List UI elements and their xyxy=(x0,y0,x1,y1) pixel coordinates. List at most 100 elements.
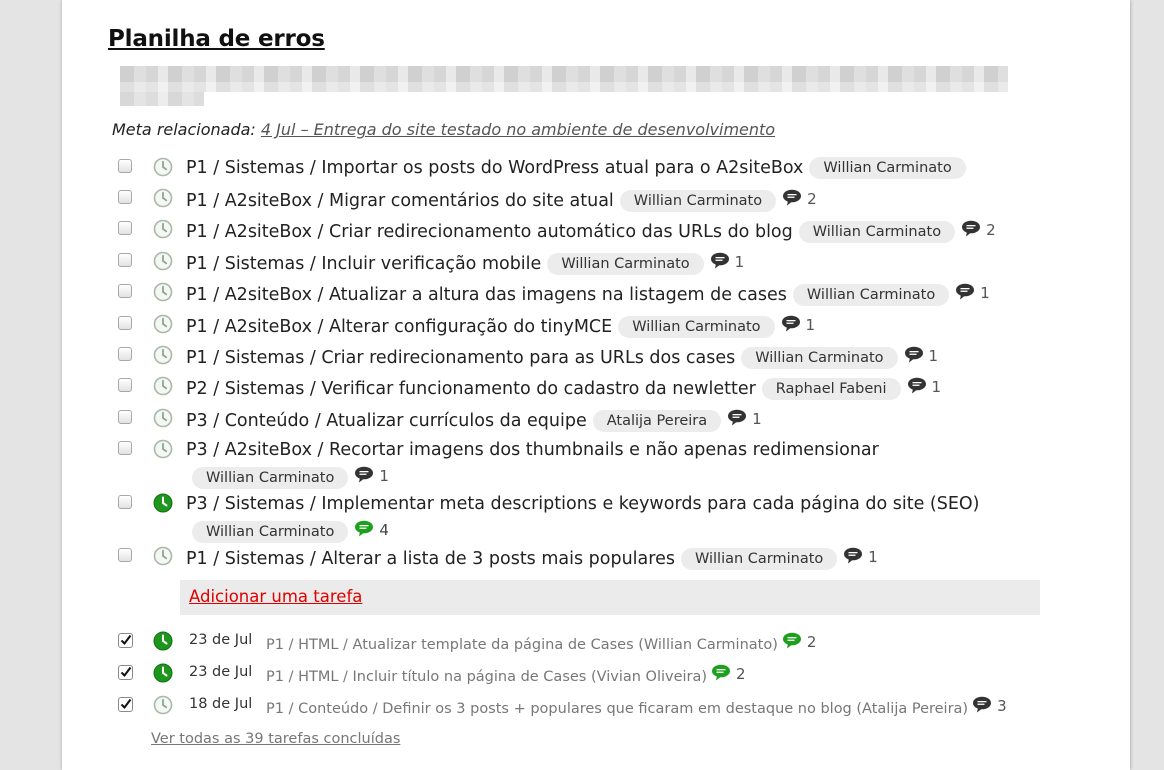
comments-indicator[interactable]: 2 xyxy=(782,186,817,212)
comments-indicator[interactable]: 2 xyxy=(711,664,746,683)
task-title[interactable]: P1 / Sistemas / Importar os posts do Wor… xyxy=(186,158,803,178)
task-content: P3 / A2siteBox / Recortar imagens dos th… xyxy=(186,437,1036,491)
completed-task-content: P1 / Conteúdo / Definir os 3 posts + pop… xyxy=(266,696,1007,717)
task-checkbox[interactable] xyxy=(118,253,132,267)
completed-checkbox[interactable] xyxy=(118,697,133,712)
task-checkbox[interactable] xyxy=(118,316,132,330)
task-title[interactable]: P1 / Sistemas / Criar redirecionamento p… xyxy=(186,348,735,368)
assignee-tag[interactable]: Willian Carminato xyxy=(192,521,349,543)
clock-icon[interactable] xyxy=(153,376,173,396)
task-checkbox[interactable] xyxy=(118,221,132,235)
completed-date: 18 de Jul xyxy=(189,696,253,712)
blurred-description xyxy=(120,66,1008,82)
task-checkbox[interactable] xyxy=(118,378,132,392)
completed-checkbox[interactable] xyxy=(118,633,133,648)
task-checkbox[interactable] xyxy=(118,495,132,509)
comment-count: 1 xyxy=(379,467,389,485)
task-title[interactable]: P1 / A2siteBox / Atualizar a altura das … xyxy=(186,285,787,305)
clock-icon[interactable] xyxy=(153,631,173,651)
clock-icon[interactable] xyxy=(153,157,173,177)
task-title[interactable]: P2 / Sistemas / Verificar funcionamento … xyxy=(186,379,756,399)
comment-count: 1 xyxy=(928,347,939,365)
comment-count: 3 xyxy=(997,697,1007,715)
comment-count: 1 xyxy=(805,316,816,334)
view-all-completed-link[interactable]: Ver todas as 39 tarefas concluídas xyxy=(151,731,400,747)
task-checkbox[interactable] xyxy=(118,548,132,562)
task-checkbox[interactable] xyxy=(118,441,132,455)
task-content: P1 / A2siteBox / Criar redirecionamento … xyxy=(186,217,1036,245)
completed-task-title[interactable]: P1 / Conteúdo / Definir os 3 posts + pop… xyxy=(266,701,968,717)
task-content: P1 / A2siteBox / Migrar comentários do s… xyxy=(186,186,1036,214)
related-milestone: Meta relacionada: 4 Jul – Entrega do sit… xyxy=(112,120,775,139)
comments-indicator[interactable]: 1 xyxy=(727,406,762,432)
assignee-tag[interactable]: Atalija Pereira xyxy=(592,410,722,432)
comment-count: 4 xyxy=(379,521,389,539)
clock-icon[interactable] xyxy=(153,408,173,428)
assignee-tag[interactable]: Willian Carminato xyxy=(798,221,956,243)
clock-icon[interactable] xyxy=(153,695,173,715)
assignee-tag[interactable]: Willian Carminato xyxy=(792,284,950,306)
completed-task-title[interactable]: P1 / HTML / Incluir título na página de … xyxy=(266,669,707,685)
clock-icon[interactable] xyxy=(153,345,173,365)
completed-checkbox[interactable] xyxy=(118,665,133,680)
clock-icon[interactable] xyxy=(153,188,173,208)
task-title[interactable]: P1 / A2siteBox / Criar redirecionamento … xyxy=(186,222,793,242)
comment-bubble-icon xyxy=(354,520,374,539)
clock-icon[interactable] xyxy=(153,439,173,459)
assignee-tag[interactable]: Willian Carminato xyxy=(680,548,838,570)
comment-count: 1 xyxy=(868,548,878,566)
task-title[interactable]: P1 / A2siteBox / Migrar comentários do s… xyxy=(186,191,614,211)
assignee-tag[interactable]: Willian Carminato xyxy=(192,467,349,489)
assignee-tag[interactable]: Willian Carminato xyxy=(618,316,775,338)
comment-bubble-icon xyxy=(727,409,747,428)
comment-count: 2 xyxy=(986,221,996,239)
related-milestone-link[interactable]: 4 Jul – Entrega do site testado no ambie… xyxy=(261,120,775,139)
task-content: P3 / Sistemas / Implementar meta descrip… xyxy=(186,491,1036,545)
checkmark-icon xyxy=(120,698,132,710)
task-checkbox[interactable] xyxy=(118,190,132,204)
completed-date: 23 de Jul xyxy=(189,664,253,680)
assignee-tag[interactable]: Willian Carminato xyxy=(809,157,966,179)
task-title[interactable]: P3 / Sistemas / Implementar meta descrip… xyxy=(186,494,980,514)
comments-indicator[interactable]: 1 xyxy=(354,463,389,489)
completed-task-content: P1 / HTML / Atualizar template da página… xyxy=(266,632,816,653)
assignee-tag[interactable]: Willian Carminato xyxy=(547,253,704,275)
task-content: P1 / Sistemas / Incluir verificação mobi… xyxy=(186,249,1036,277)
completed-task-title[interactable]: P1 / HTML / Atualizar template da página… xyxy=(266,637,778,653)
clock-icon[interactable] xyxy=(153,314,173,334)
clock-icon[interactable] xyxy=(153,546,173,566)
comments-indicator[interactable]: 3 xyxy=(972,696,1007,715)
clock-icon[interactable] xyxy=(153,251,173,271)
clock-icon[interactable] xyxy=(153,282,173,302)
assignee-tag[interactable]: Raphael Fabeni xyxy=(761,378,901,400)
task-title[interactable]: P3 / A2siteBox / Recortar imagens dos th… xyxy=(186,440,879,460)
task-title[interactable]: P1 / A2siteBox / Alterar configuração do… xyxy=(186,317,612,337)
task-title[interactable]: P3 / Conteúdo / Atualizar currículos da … xyxy=(186,411,587,431)
task-title[interactable]: P1 / Sistemas / Alterar a lista de 3 pos… xyxy=(186,549,675,569)
comments-indicator[interactable]: 1 xyxy=(907,374,941,400)
comments-indicator[interactable]: 1 xyxy=(781,312,816,338)
clock-icon[interactable] xyxy=(153,493,173,513)
comments-indicator[interactable]: 1 xyxy=(843,544,878,570)
assignee-tag[interactable]: Willian Carminato xyxy=(741,347,898,369)
comment-bubble-icon xyxy=(354,466,374,485)
clock-icon[interactable] xyxy=(153,663,173,683)
comment-bubble-icon xyxy=(781,315,801,334)
assignee-tag[interactable]: Willian Carminato xyxy=(619,190,777,212)
comment-bubble-icon xyxy=(782,189,802,208)
page-title: Planilha de erros xyxy=(108,26,325,52)
task-checkbox[interactable] xyxy=(118,284,132,298)
task-checkbox[interactable] xyxy=(118,347,132,361)
clock-icon[interactable] xyxy=(153,219,173,239)
comments-indicator[interactable]: 1 xyxy=(955,280,990,306)
task-checkbox[interactable] xyxy=(118,410,132,424)
task-title[interactable]: P1 / Sistemas / Incluir verificação mobi… xyxy=(186,254,541,274)
comments-indicator[interactable]: 2 xyxy=(782,632,816,651)
comments-indicator[interactable]: 4 xyxy=(354,517,389,543)
comments-indicator[interactable]: 2 xyxy=(961,217,996,243)
comments-indicator[interactable]: 1 xyxy=(710,249,744,275)
task-checkbox[interactable] xyxy=(118,159,132,173)
task-content: P3 / Conteúdo / Atualizar currículos da … xyxy=(186,406,1036,434)
add-task-link[interactable]: Adicionar uma tarefa xyxy=(189,587,362,606)
comments-indicator[interactable]: 1 xyxy=(904,343,939,369)
